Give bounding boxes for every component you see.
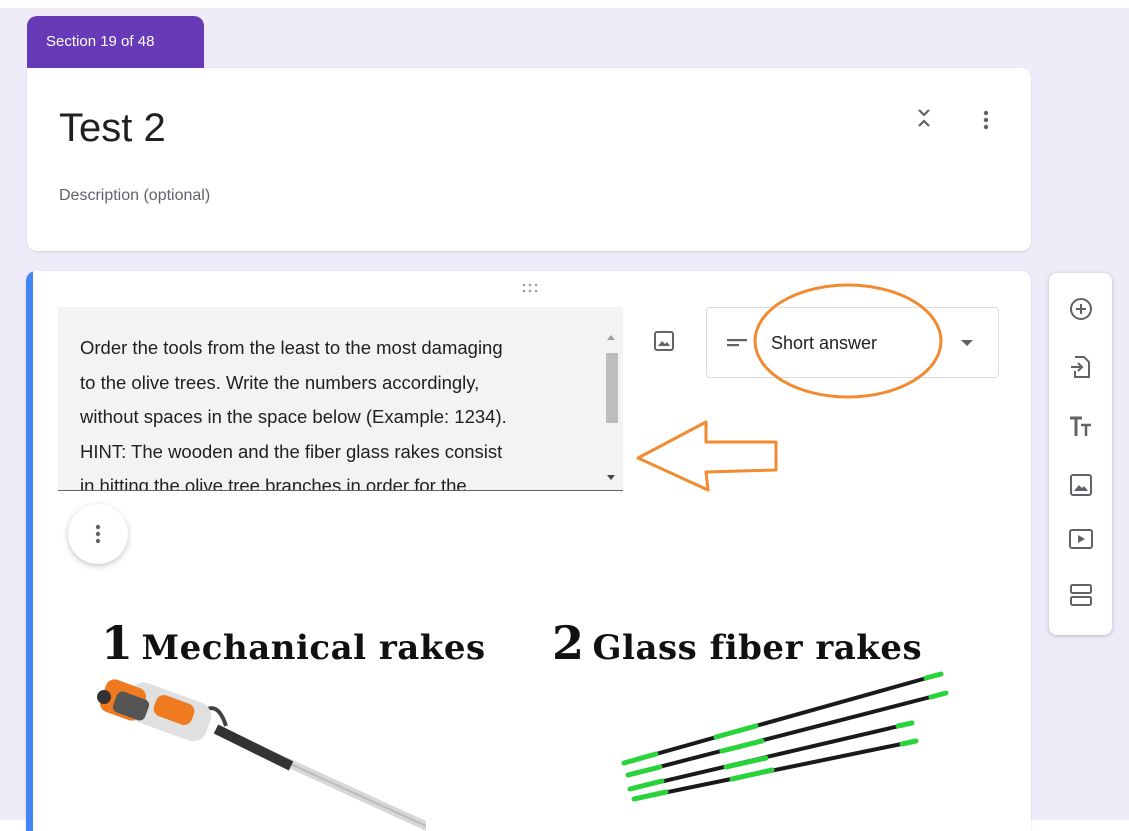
mechanical-rake-image: [97, 679, 426, 831]
question-text[interactable]: Order the tools from the least to the mo…: [80, 331, 590, 491]
scroll-down-arrow-icon[interactable]: [607, 475, 615, 480]
glass-fiber-rakes-image: [621, 671, 949, 802]
description-field[interactable]: Description (optional): [59, 187, 210, 205]
question-text-field[interactable]: Order the tools from the least to the mo…: [58, 307, 623, 491]
section-tab: Section 19 of 48: [27, 16, 204, 68]
question-text-line: in hitting the olive tree branches in or…: [80, 475, 467, 491]
add-section-icon[interactable]: [1067, 581, 1095, 609]
image-label-glass-fiber-rakes: 2 Glass fiber rakes: [552, 616, 923, 670]
section-title-card[interactable]: Test 2 Description (optional): [27, 68, 1031, 251]
collapse-section-icon[interactable]: [913, 106, 935, 136]
add-title-icon[interactable]: [1067, 413, 1095, 441]
question-focus-bar: [26, 271, 33, 831]
question-text-line: Order the tools from the least to the mo…: [80, 337, 503, 358]
short-answer-icon: [727, 339, 747, 347]
question-text-line: HINT: The wooden and the fiber glass rak…: [80, 440, 503, 462]
question-type-label: Short answer: [771, 333, 878, 353]
question-card[interactable]: Order the tools from the least to the mo…: [26, 271, 1031, 831]
add-question-icon[interactable]: [1067, 295, 1095, 323]
question-more-options-button[interactable]: [68, 504, 128, 564]
image-label-mechanical-rakes: 1 Mechanical rakes: [101, 616, 486, 670]
question-type-dropdown[interactable]: Short answer: [706, 307, 999, 378]
add-video-icon[interactable]: [1067, 525, 1095, 553]
question-text-line: without spaces in the space below (Examp…: [80, 406, 507, 427]
add-image-icon[interactable]: [652, 329, 676, 353]
add-image-icon[interactable]: [1067, 471, 1095, 499]
dropdown-arrow-icon: [961, 340, 973, 346]
section-title[interactable]: Test 2: [59, 106, 166, 151]
question-scrollbar[interactable]: [601, 307, 623, 490]
floating-toolbar: [1049, 273, 1112, 635]
more-vert-icon[interactable]: [975, 106, 997, 136]
question-text-line: to the olive trees. Write the numbers ac…: [80, 371, 480, 393]
import-questions-icon[interactable]: [1067, 353, 1095, 381]
more-vert-icon: [95, 524, 101, 544]
scrollbar-thumb[interactable]: [606, 353, 618, 423]
scroll-up-arrow-icon[interactable]: [607, 335, 615, 340]
drag-handle-icon[interactable]: [520, 281, 540, 295]
